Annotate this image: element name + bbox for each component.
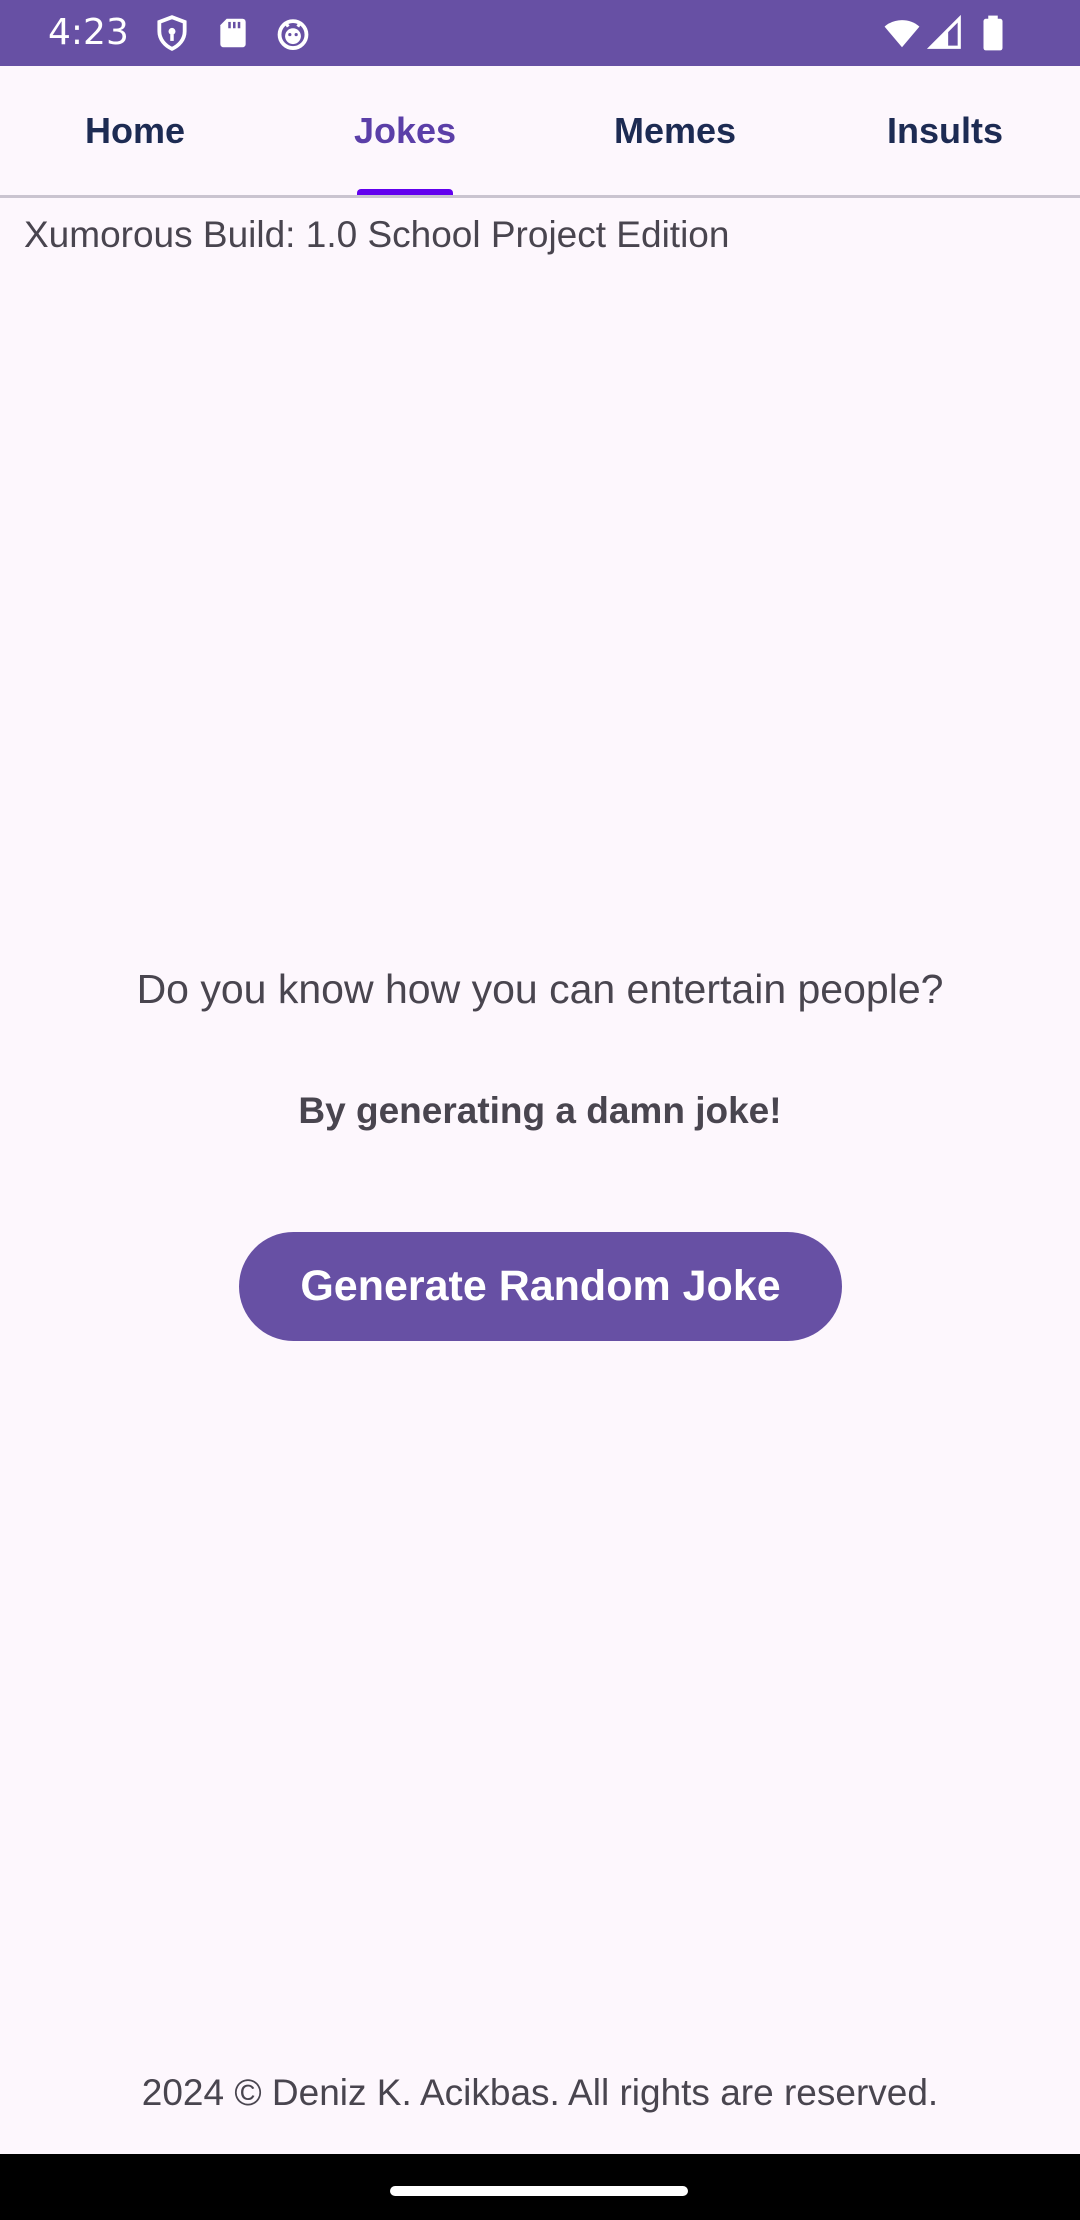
tab-label: Memes xyxy=(613,110,737,151)
signal-icon xyxy=(926,14,964,52)
tab-insults[interactable]: Insults xyxy=(810,66,1080,196)
build-info: Xumorous Build: 1.0 School Project Editi… xyxy=(24,214,730,255)
battery-icon xyxy=(978,14,1008,52)
tab-divider xyxy=(0,195,1080,198)
shield-icon xyxy=(153,14,191,52)
tab-label: Home xyxy=(84,110,186,151)
generate-random-joke-button[interactable]: Generate Random Joke xyxy=(239,1232,842,1341)
tab-jokes[interactable]: Jokes xyxy=(270,66,540,196)
tab-bar: Home Jokes Memes Insults xyxy=(0,66,1080,196)
prompt-answer: By generating a damn joke! xyxy=(298,1090,782,1131)
tab-home[interactable]: Home xyxy=(0,66,270,196)
android-debug-icon xyxy=(274,14,312,52)
prompt-question: Do you know how you can entertain people… xyxy=(136,966,944,1012)
tab-label: Insults xyxy=(886,110,1003,151)
home-gesture-handle[interactable] xyxy=(390,2186,688,2196)
copyright-footer: 2024 © Deniz K. Acikbas. All rights are … xyxy=(141,2072,939,2113)
tab-memes[interactable]: Memes xyxy=(540,66,810,196)
wifi-icon xyxy=(882,14,922,52)
status-time: 4:23 xyxy=(48,12,129,53)
status-bar: 4:23 xyxy=(0,0,1080,66)
sd-card-icon xyxy=(214,14,252,52)
tab-label: Jokes xyxy=(353,110,457,151)
